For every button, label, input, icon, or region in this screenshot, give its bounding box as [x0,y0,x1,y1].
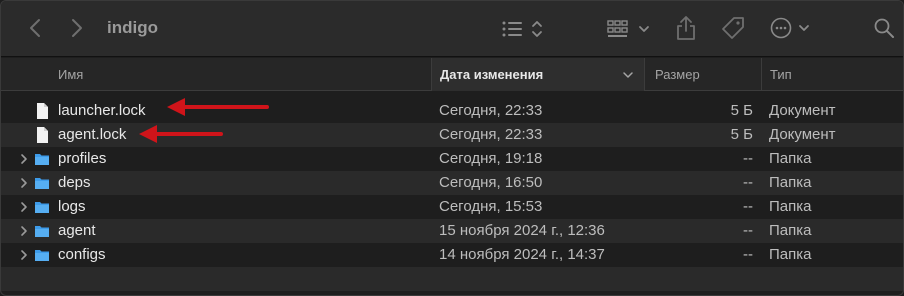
file-name: logs [58,198,86,215]
file-date-modified: Сегодня, 22:33 [439,126,543,143]
forward-button[interactable] [65,15,89,41]
file-row[interactable]: launcher.lock Сегодня, 22:33 5 Б Документ [1,99,903,123]
list-view-icon [502,21,542,37]
file-size: -- [743,246,753,263]
file-row[interactable]: agent 15 ноября 2024 г., 12:36 -- Папка [1,219,903,243]
file-size: 5 Б [730,126,753,143]
search-button[interactable] [871,15,897,41]
file-type: Документ [769,102,836,119]
folder-icon [35,154,49,165]
file-date-modified: Сегодня, 16:50 [439,174,543,191]
file-size: 5 Б [730,102,753,119]
file-size: -- [743,222,753,239]
chevron-left-icon [30,19,40,37]
folder-icon [35,178,49,189]
sort-chevron-down-icon [623,72,633,78]
column-header-type[interactable]: Тип [761,58,903,91]
window-title: indigo [107,18,158,37]
file-row[interactable]: logs Сегодня, 15:53 -- Папка [1,195,903,219]
tag-icon [722,17,744,39]
back-button[interactable] [23,15,47,41]
column-header-row: Имя Дата изменения Размер Тип [1,58,903,91]
file-size: -- [743,198,753,215]
file-type: Папка [769,150,812,167]
column-header-size[interactable]: Размер [645,58,700,91]
folder-icon [35,250,49,261]
more-actions-button[interactable] [769,15,815,41]
file-name: agent [58,222,96,239]
folder-icon [35,202,49,213]
disclosure-chevron-right-icon[interactable] [19,177,29,189]
file-name: configs [58,246,106,263]
file-date-modified: 15 ноября 2024 г., 12:36 [439,222,605,239]
file-type: Папка [769,198,812,215]
finder-window: indigo Имя Дата изменения Размер Тип lau… [0,0,904,296]
file-size: -- [743,174,753,191]
file-row[interactable]: agent.lock Сегодня, 22:33 5 Б Документ [1,123,903,147]
file-list: launcher.lock Сегодня, 22:33 5 Б Документ ag… [1,99,903,267]
disclosure-chevron-right-icon[interactable] [19,153,29,165]
file-date-modified: Сегодня, 19:18 [439,150,543,167]
list-view-button[interactable] [499,16,547,42]
file-name: agent.lock [58,126,127,143]
grid-view-icon [607,20,649,37]
file-date-modified: Сегодня, 22:33 [439,102,543,119]
file-type: Папка [769,174,812,191]
file-type: Документ [769,126,836,143]
file-row[interactable]: profiles Сегодня, 19:18 -- Папка [1,147,903,171]
folder-icon [35,226,49,237]
search-icon [874,18,894,38]
column-header-date[interactable]: Дата изменения [431,58,645,91]
disclosure-chevron-right-icon[interactable] [19,249,29,261]
group-view-button[interactable] [605,16,653,42]
file-name: launcher.lock [58,102,146,119]
share-button[interactable] [673,13,699,43]
file-name: profiles [58,150,107,167]
toolbar: indigo [1,1,903,57]
file-type: Папка [769,246,812,263]
file-date-modified: Сегодня, 15:53 [439,198,543,215]
file-type: Папка [769,222,812,239]
document-icon [37,127,48,143]
disclosure-chevron-right-icon[interactable] [19,201,29,213]
tag-button[interactable] [719,14,747,42]
column-header-name[interactable]: Имя [58,58,83,91]
share-icon [677,16,695,40]
document-icon [37,103,48,119]
disclosure-chevron-right-icon[interactable] [19,225,29,237]
file-row[interactable]: configs 14 ноября 2024 г., 14:37 -- Папка [1,243,903,267]
file-row[interactable]: deps Сегодня, 16:50 -- Папка [1,171,903,195]
empty-row [1,267,903,291]
file-date-modified: 14 ноября 2024 г., 14:37 [439,246,605,263]
column-header-date-label: Дата изменения [440,67,544,82]
chevron-right-icon [72,19,82,37]
file-name: deps [58,174,91,191]
ellipsis-circle-icon [770,17,809,39]
file-size: -- [743,150,753,167]
